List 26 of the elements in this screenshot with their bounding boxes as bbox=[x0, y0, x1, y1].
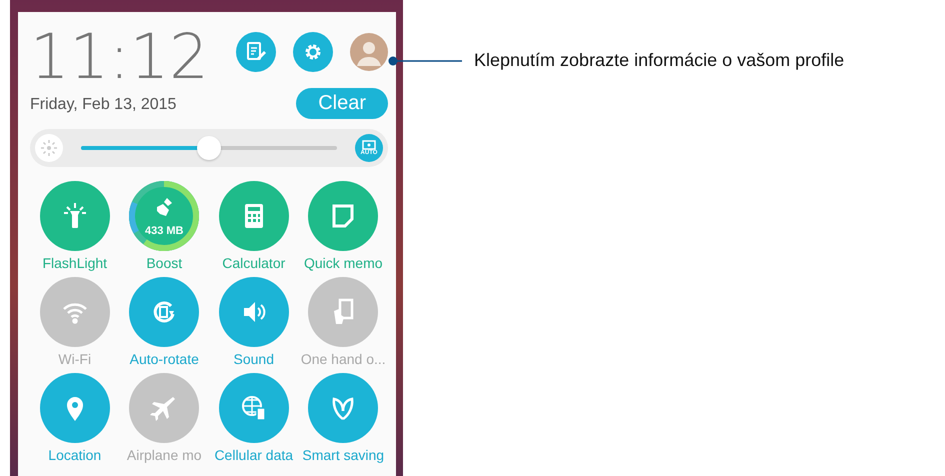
brightness-slider[interactable] bbox=[81, 136, 337, 160]
tile-label: Airplane mo bbox=[126, 447, 202, 463]
tile-label: Boost bbox=[146, 255, 182, 271]
tile-label: Smart saving bbox=[302, 447, 384, 463]
tile-label: One hand o... bbox=[300, 351, 386, 367]
tile-label: Quick memo bbox=[304, 255, 383, 271]
date-text: Friday, Feb 13, 2015 bbox=[30, 96, 178, 114]
tile-label: Cellular data bbox=[214, 447, 294, 463]
brightness-icon bbox=[35, 134, 63, 162]
avatar-icon[interactable] bbox=[350, 33, 388, 71]
memory-ring bbox=[129, 181, 200, 251]
screen-icon bbox=[362, 140, 376, 150]
tile-label: Auto-rotate bbox=[130, 351, 199, 367]
tile-label: Location bbox=[48, 447, 102, 463]
settings-icon[interactable] bbox=[293, 32, 333, 72]
slider-thumb[interactable] bbox=[197, 136, 221, 160]
tile-label: FlashLight bbox=[42, 255, 108, 271]
edit-icon[interactable] bbox=[236, 32, 276, 72]
tile-label: Sound bbox=[234, 351, 274, 367]
tile-label: Calculator bbox=[222, 255, 286, 271]
boost-button[interactable]: 433 MB bbox=[129, 181, 200, 251]
memory-reading: 433 MB bbox=[144, 225, 184, 237]
callout-text: Klepnutím zobrazte informácie o vašom profile bbox=[474, 50, 844, 71]
clear-button[interactable]: Clear bbox=[296, 88, 388, 119]
clock-time: 11:12 bbox=[30, 22, 209, 92]
tile-label: Wi-Fi bbox=[58, 351, 92, 367]
